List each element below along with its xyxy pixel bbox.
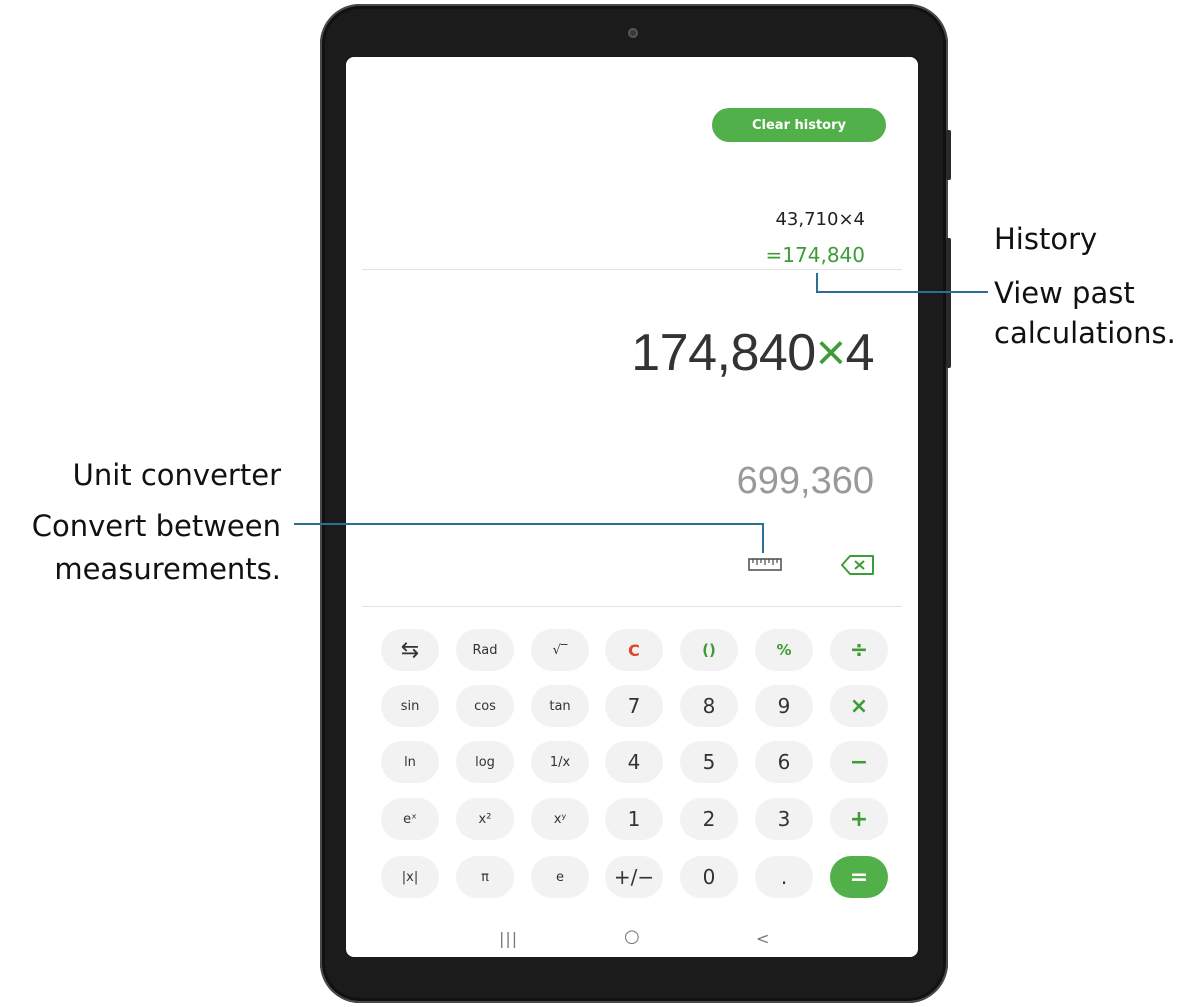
input-expression[interactable]: 174,840×4 — [631, 323, 874, 383]
digit-0-button[interactable]: 0 — [680, 856, 738, 898]
equals-button[interactable]: = — [830, 856, 888, 898]
input-operand: 4 — [845, 324, 875, 382]
digit-2-button[interactable]: 2 — [680, 798, 738, 840]
digit-9-button[interactable]: 9 — [755, 685, 813, 727]
parentheses-button[interactable]: () — [680, 629, 738, 671]
unit-leader-horizontal — [294, 523, 764, 525]
plus-minus-button[interactable]: +/− — [605, 856, 663, 898]
unit-callout-desc-line1: Convert between — [31, 509, 281, 543]
input-number: 174,840 — [631, 324, 816, 382]
history-callout-desc-line2: calculations. — [994, 316, 1176, 350]
multiply-button[interactable]: × — [830, 685, 888, 727]
cos-button[interactable]: cos — [456, 685, 514, 727]
digit-6-button[interactable]: 6 — [755, 741, 813, 783]
ruler-icon[interactable] — [748, 553, 782, 573]
unit-callout-desc-line2: measurements. — [54, 552, 281, 586]
sqrt-button[interactable]: √‾ — [531, 629, 589, 671]
result-preview: 699,360 — [736, 460, 874, 502]
digit-3-button[interactable]: 3 — [755, 798, 813, 840]
digit-8-button[interactable]: 8 — [680, 685, 738, 727]
square-button[interactable]: x² — [456, 798, 514, 840]
sin-button[interactable]: sin — [381, 685, 439, 727]
front-camera — [628, 28, 638, 38]
pi-button[interactable]: π — [456, 856, 514, 898]
volume-button — [946, 238, 951, 368]
home-button[interactable]: ○ — [624, 926, 640, 947]
digit-1-button[interactable]: 1 — [605, 798, 663, 840]
reciprocal-button[interactable]: 1/x — [531, 741, 589, 783]
unit-callout-title: Unit converter — [72, 458, 281, 492]
calculator-screen: Clear history 43,710×4 =174,840 174,840×… — [346, 57, 918, 957]
input-operator: × — [815, 324, 846, 382]
back-button[interactable]: < — [756, 929, 769, 948]
exp-button[interactable]: eˣ — [381, 798, 439, 840]
backspace-icon[interactable] — [840, 554, 876, 576]
digit-5-button[interactable]: 5 — [680, 741, 738, 783]
history-callout-desc-line1: View past — [994, 276, 1135, 310]
history-expression[interactable]: 43,710×4 — [775, 209, 865, 230]
ln-button[interactable]: ln — [381, 741, 439, 783]
power-button — [946, 130, 951, 180]
power-button[interactable]: xʸ — [531, 798, 589, 840]
rad-button[interactable]: Rad — [456, 629, 514, 671]
history-divider — [362, 269, 902, 270]
history-leader-horizontal — [816, 291, 988, 293]
log-button[interactable]: log — [456, 741, 514, 783]
decimal-button[interactable]: . — [755, 856, 813, 898]
tan-button[interactable]: tan — [531, 685, 589, 727]
digit-4-button[interactable]: 4 — [605, 741, 663, 783]
clear-button[interactable]: C — [605, 629, 663, 671]
abs-button[interactable]: |x| — [381, 856, 439, 898]
unit-leader-vertical — [762, 523, 764, 553]
euler-button[interactable]: e — [531, 856, 589, 898]
add-button[interactable]: + — [830, 798, 888, 840]
divide-button[interactable]: ÷ — [830, 629, 888, 671]
history-result[interactable]: =174,840 — [766, 243, 865, 267]
history-callout-title: History — [994, 222, 1098, 256]
history-leader-vertical — [816, 273, 818, 293]
recent-apps-button[interactable]: ||| — [499, 929, 518, 948]
subtract-button[interactable]: − — [830, 741, 888, 783]
clear-history-button[interactable]: Clear history — [712, 108, 886, 142]
digit-7-button[interactable]: 7 — [605, 685, 663, 727]
keypad-divider — [362, 606, 902, 607]
toggle-keypad-button[interactable]: ⇆ — [381, 629, 439, 671]
percent-button[interactable]: % — [755, 629, 813, 671]
